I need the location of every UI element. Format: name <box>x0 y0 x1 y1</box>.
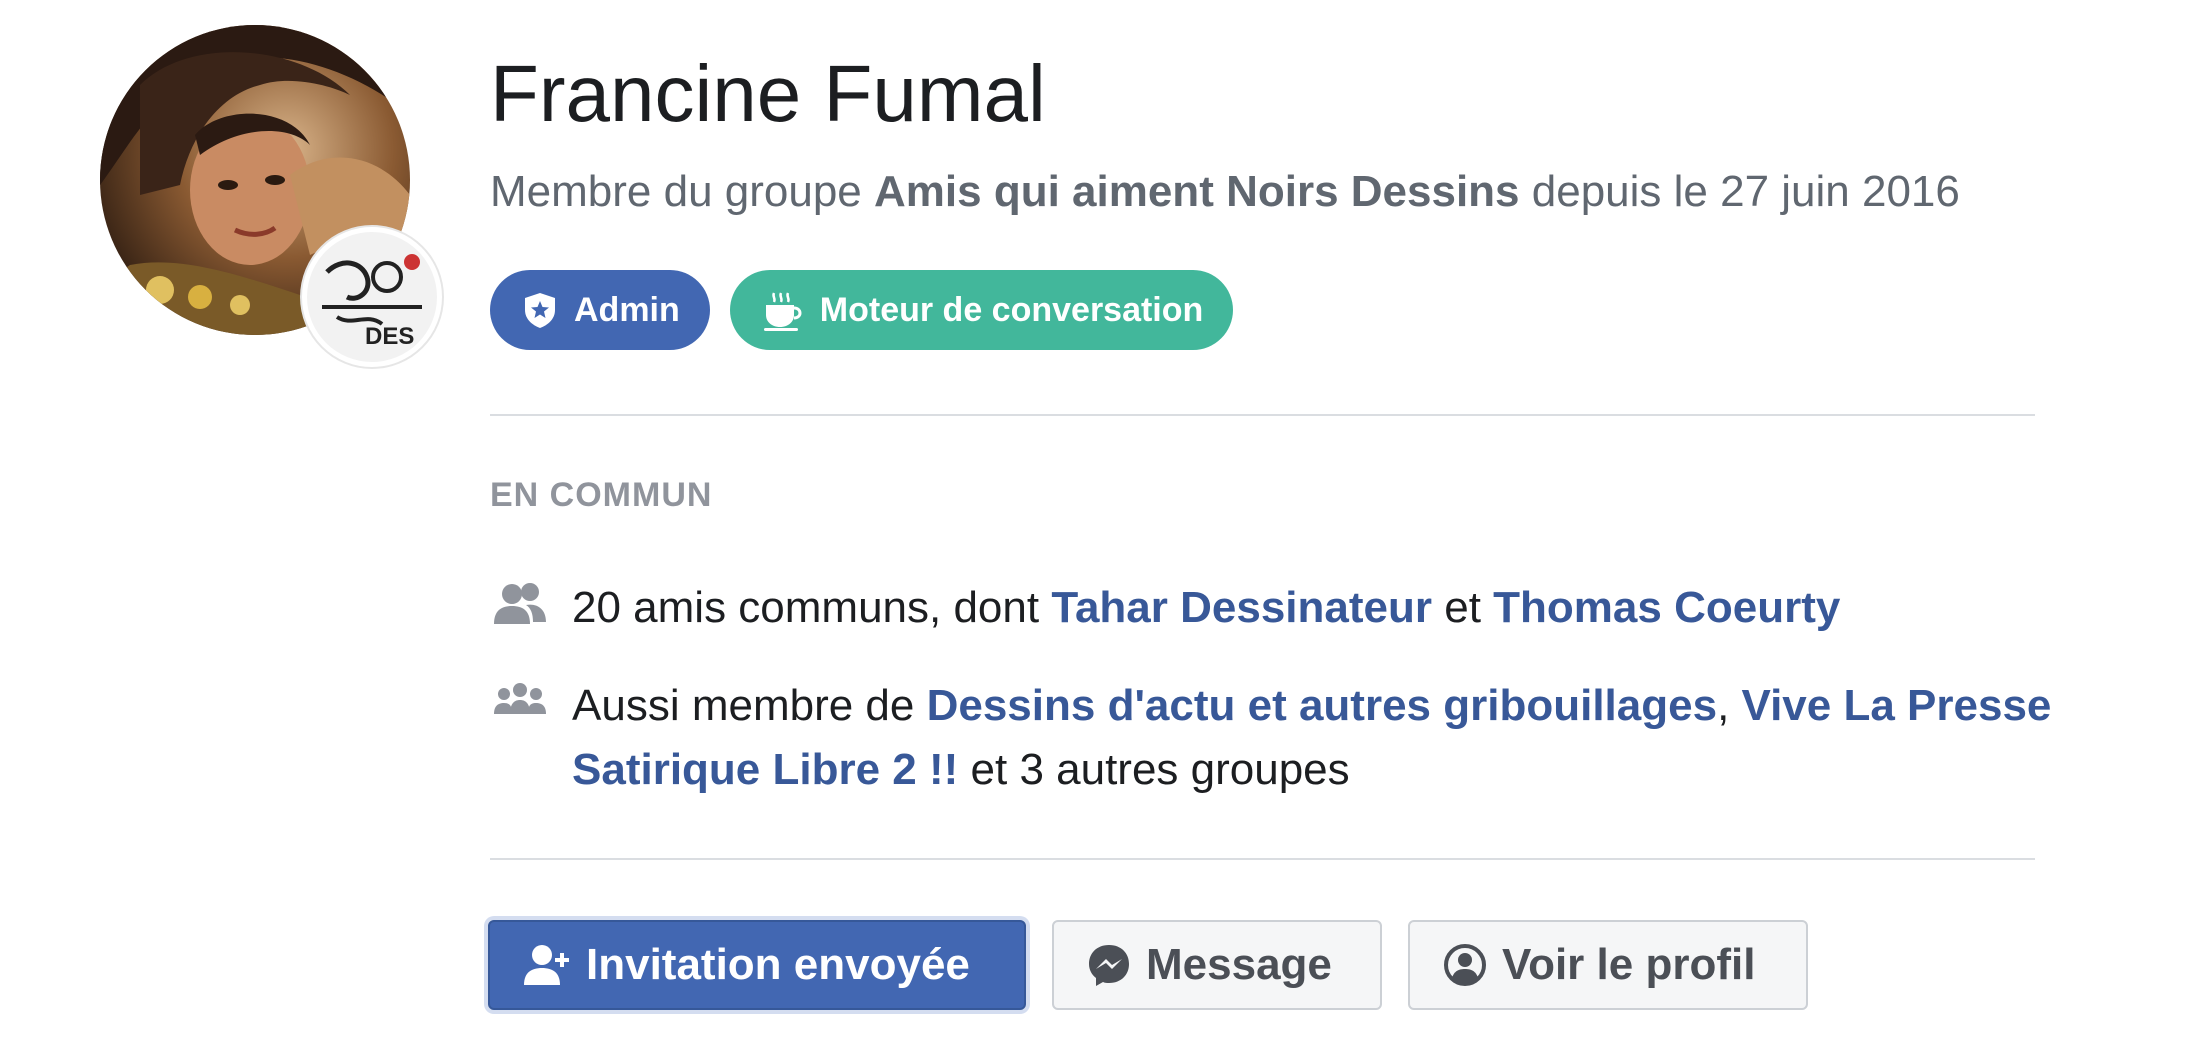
user-circle-icon <box>1444 944 1486 986</box>
divider-bottom <box>490 858 2035 860</box>
conversation-starter-badge[interactable]: Moteur de conversation <box>729 270 1234 350</box>
message-button[interactable]: Message <box>1052 920 1382 1010</box>
shared-groups-row: Aussi membre de Dessins d'actu et autres… <box>490 674 2072 802</box>
divider-top <box>490 414 2035 416</box>
mutual-friends-text: 20 amis communs, dont Tahar Dessinateur … <box>572 576 1840 640</box>
mutual-friends-prefix: 20 amis communs, dont <box>572 583 1052 632</box>
friend-link-thomas[interactable]: Thomas Coeurty <box>1493 583 1840 632</box>
coffee-cup-icon <box>763 292 802 331</box>
member-prefix: Membre du groupe <box>490 167 874 216</box>
shared-groups-prefix: Aussi membre de <box>572 681 927 730</box>
member-suffix: depuis le 27 juin 2016 <box>1519 167 1960 216</box>
avatar-container[interactable]: DES <box>100 25 442 367</box>
action-buttons: Invitation envoyée Message Voir le profi… <box>488 920 1808 1010</box>
view-profile-label: Voir le profil <box>1502 940 1756 989</box>
mutual-friends-row: 20 amis communs, dont Tahar Dessinateur … <box>490 576 1840 640</box>
friends-icon <box>494 583 546 624</box>
message-label: Message <box>1146 940 1332 989</box>
mutual-friends-between: et <box>1432 583 1494 632</box>
groups-icon <box>494 683 546 714</box>
conversation-badge-label: Moteur de conversation <box>819 290 1204 329</box>
invitation-sent-button[interactable]: Invitation envoyée <box>488 920 1026 1010</box>
svg-text:DES: DES <box>365 323 414 350</box>
admin-badge[interactable]: Admin <box>490 270 710 350</box>
shared-groups-suffix: et 3 autres groupes <box>958 745 1350 794</box>
in-common-title: EN COMMUN <box>490 476 713 514</box>
badges-row: Admin Moteur de conversation <box>490 270 1234 350</box>
shared-groups-text: Aussi membre de Dessins d'actu et autres… <box>572 674 2072 802</box>
view-profile-button[interactable]: Voir le profil <box>1408 920 1808 1010</box>
admin-badge-label: Admin <box>574 290 680 329</box>
invitation-sent-label: Invitation envoyée <box>586 940 970 989</box>
group-name: Amis qui aiment Noirs Dessins <box>874 167 1520 216</box>
messenger-icon <box>1089 945 1129 986</box>
group-link-dessins-actu[interactable]: Dessins d'actu et autres gribouillages <box>927 681 1717 730</box>
add-friend-icon <box>524 945 569 985</box>
group-logo-icon[interactable]: DES <box>302 227 442 367</box>
shield-star-icon <box>525 293 555 328</box>
membership-info: Membre du groupe Amis qui aiment Noirs D… <box>490 162 1960 222</box>
profile-name[interactable]: Francine Fumal <box>490 44 1046 144</box>
shared-groups-separator: , <box>1717 681 1742 730</box>
friend-link-tahar[interactable]: Tahar Dessinateur <box>1051 583 1432 632</box>
